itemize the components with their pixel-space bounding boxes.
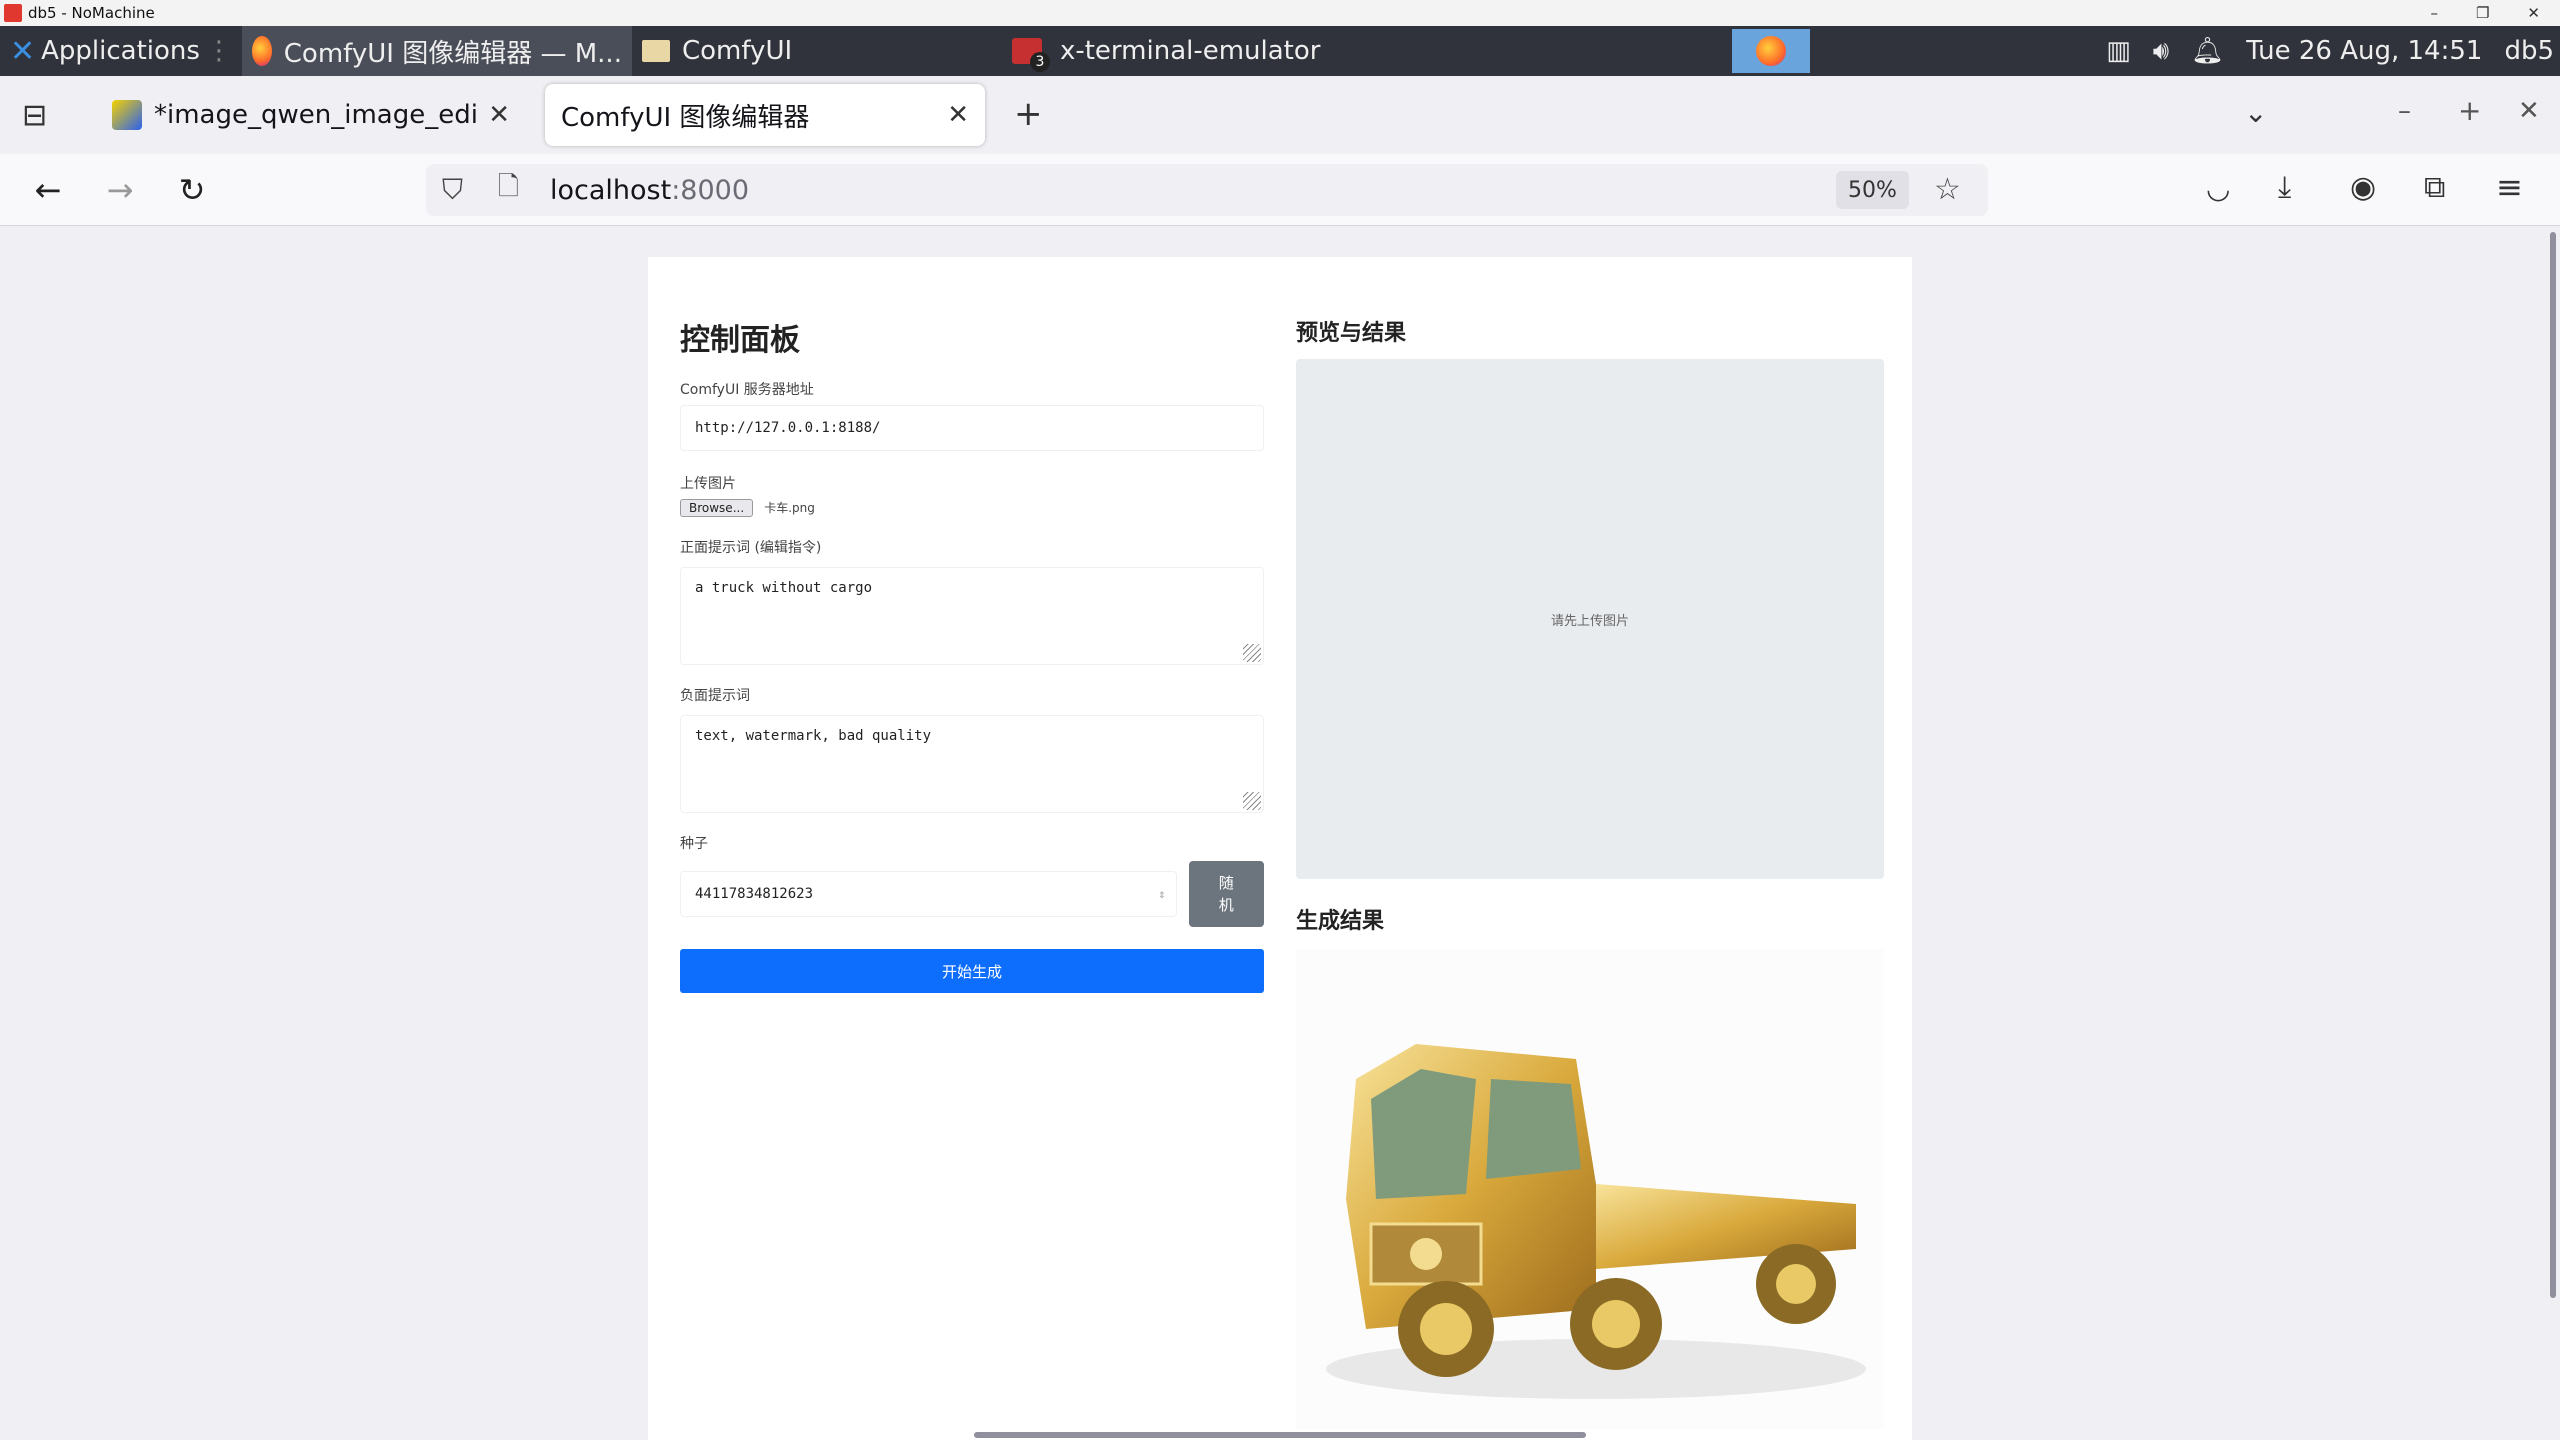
taskbar-item-label: ComfyUI 图像编辑器 — M... — [283, 38, 622, 69]
taskbar-item-terminal[interactable]: 3 x-terminal-emulator — [1002, 26, 1392, 76]
preview-heading: 预览与结果 — [1296, 321, 1407, 346]
random-seed-button[interactable]: 随机 — [1188, 861, 1264, 927]
new-tab-icon[interactable]: + — [1014, 94, 1043, 134]
folder-icon — [641, 40, 670, 62]
window-close-icon[interactable]: ✕ — [2518, 96, 2540, 126]
downloads-icon[interactable]: ⤓ — [2278, 170, 2291, 205]
preview-panel: 预览与结果 请先上传图片 生成结果 — [1296, 257, 1884, 1429]
url-text[interactable]: localhost:8000 — [550, 175, 749, 206]
generate-button-label: 开始生成 — [941, 962, 1002, 981]
browse-button[interactable]: Browse... — [680, 499, 754, 517]
terminal-count-badge: 3 — [1029, 52, 1050, 72]
shield-icon[interactable]: ⛉ — [442, 173, 463, 207]
tab-label: ComfyUI 图像编辑器 — [561, 102, 810, 133]
notification-bell-icon[interactable]: 🔔︎ — [2191, 36, 2224, 66]
server-address-value: http://127.0.0.1:8188/ — [695, 420, 881, 436]
tab-strip: ⊟ *image_qwen_image_edi ✕ ComfyUI 图像编辑器 … — [0, 76, 2560, 154]
xfce-logo-icon: ✕ — [10, 33, 36, 69]
web-page: 控制面板 ComfyUI 服务器地址 http://127.0.0.1:8188… — [0, 227, 2560, 1440]
negative-prompt-value: text, watermark, bad quality — [695, 728, 932, 744]
server-address-input[interactable]: http://127.0.0.1:8188/ — [680, 405, 1264, 451]
app-container: 控制面板 ComfyUI 服务器地址 http://127.0.0.1:8188… — [648, 257, 1912, 1440]
terminal-icon: 3 — [1011, 38, 1050, 72]
control-panel-title: 控制面板 — [680, 323, 800, 358]
nomachine-logo-icon — [4, 4, 22, 22]
window-maximize-icon[interactable]: + — [2458, 94, 2481, 127]
close-icon[interactable]: ✕ — [2527, 4, 2540, 22]
bookmark-star-icon[interactable]: ☆ — [1934, 172, 1961, 207]
preview-placeholder: 请先上传图片 — [1550, 613, 1629, 629]
url-port: :8000 — [671, 174, 750, 206]
host-label: db5 — [2504, 36, 2554, 66]
seed-label: 种子 — [680, 836, 708, 852]
horizontal-scrollbar[interactable] — [974, 1432, 1586, 1438]
positive-prompt-textarea[interactable]: a truck without cargo — [680, 567, 1264, 665]
taskbar-item-folder[interactable]: ComfyUI — [632, 26, 1002, 76]
nomachine-title: db5 - NoMachine — [28, 4, 155, 22]
selected-file-name: 卡车.png — [764, 501, 815, 515]
taskbar-item-firefox[interactable]: ComfyUI 图像编辑器 — M... — [241, 26, 632, 76]
firefox-icon — [251, 36, 272, 66]
tab-image-qwen[interactable]: *image_qwen_image_edi ✕ — [96, 84, 526, 146]
restore-icon[interactable]: ❐ — [2476, 4, 2489, 22]
back-arrow-icon[interactable]: ← — [28, 170, 68, 210]
preview-area: 请先上传图片 — [1296, 359, 1884, 879]
volume-icon[interactable]: 🔊︎ — [2153, 36, 2169, 67]
generate-button[interactable]: 开始生成 — [680, 949, 1264, 993]
tab-close-icon[interactable]: ✕ — [947, 100, 969, 130]
result-heading: 生成结果 — [1296, 909, 1385, 934]
result-image — [1296, 949, 1884, 1429]
resize-handle-icon[interactable] — [1243, 792, 1261, 810]
negative-prompt-label: 负面提示词 — [680, 688, 750, 704]
applications-label: Applications — [41, 36, 200, 66]
zoom-level-badge[interactable]: 50% — [1836, 171, 1909, 209]
random-seed-label: 随机 — [1218, 874, 1234, 914]
firefox-icon — [1756, 36, 1786, 66]
comfyui-favicon-icon — [112, 100, 142, 130]
seed-value: 441178348126​23 — [695, 886, 814, 902]
url-bar[interactable]: ⛉ 🗋︎ localhost:8000 50% ☆ — [426, 164, 1988, 216]
forward-arrow-icon[interactable]: → — [100, 170, 140, 210]
minimize-icon[interactable]: – — [2430, 4, 2438, 22]
taskbar-item-label: ComfyUI — [681, 36, 793, 66]
tab-label: *image_qwen_image_edi — [154, 100, 478, 130]
tab-overview-icon[interactable]: ⊟ — [22, 98, 47, 133]
reload-icon[interactable]: ↻ — [172, 170, 212, 210]
positive-prompt-label: 正面提示词 (编辑指令) — [680, 540, 822, 556]
gold-truck-image — [1326, 1044, 1866, 1399]
server-address-label: ComfyUI 服务器地址 — [680, 382, 814, 398]
navigation-bar: ← → ↻ ⛉ 🗋︎ localhost:8000 50% ☆ ◡ ⤓ ◉ ⧉ … — [0, 154, 2560, 226]
applications-menu[interactable]: ✕ Applications ⋮ — [0, 26, 242, 76]
firefox-launcher-button[interactable] — [1732, 29, 1810, 73]
page-info-icon[interactable]: 🗋︎ — [498, 168, 519, 212]
extensions-icon[interactable]: ⧉ — [2424, 170, 2445, 205]
url-host: localhost — [550, 174, 672, 206]
pocket-icon[interactable]: ◡ — [2206, 172, 2230, 205]
resize-handle-icon[interactable] — [1243, 644, 1261, 662]
clock[interactable]: Tue 26 Aug, 14:51 — [2246, 36, 2482, 66]
network-icon[interactable]: ▥ — [2106, 36, 2131, 66]
seed-input[interactable]: 441178348126​23 ⇕ — [680, 871, 1177, 917]
spinner-arrows-icon[interactable]: ⇕ — [1158, 887, 1165, 901]
app-menu-icon[interactable]: ≡ — [2496, 168, 2523, 206]
separator-handle-icon: ⋮ — [205, 36, 232, 66]
negative-prompt-textarea[interactable]: text, watermark, bad quality — [680, 715, 1264, 813]
nomachine-titlebar: db5 - NoMachine – ❐ ✕ — [0, 0, 2560, 26]
control-panel: 控制面板 ComfyUI 服务器地址 http://127.0.0.1:8188… — [680, 257, 1264, 993]
vertical-scrollbar[interactable] — [2550, 232, 2556, 1298]
positive-prompt-value: a truck without cargo — [695, 580, 873, 596]
tab-comfyui-editor[interactable]: ComfyUI 图像编辑器 ✕ — [545, 84, 985, 146]
account-icon[interactable]: ◉ — [2350, 170, 2376, 205]
taskbar-item-label: x-terminal-emulator — [1059, 36, 1321, 66]
desktop-panel: ✕ Applications ⋮ ComfyUI 图像编辑器 — M... Co… — [0, 26, 2560, 76]
upload-image-label: 上传图片 — [680, 476, 736, 492]
window-minimize-icon[interactable]: – — [2398, 96, 2411, 126]
tab-close-icon[interactable]: ✕ — [488, 100, 510, 130]
list-all-tabs-icon[interactable]: ⌄ — [2244, 96, 2267, 129]
